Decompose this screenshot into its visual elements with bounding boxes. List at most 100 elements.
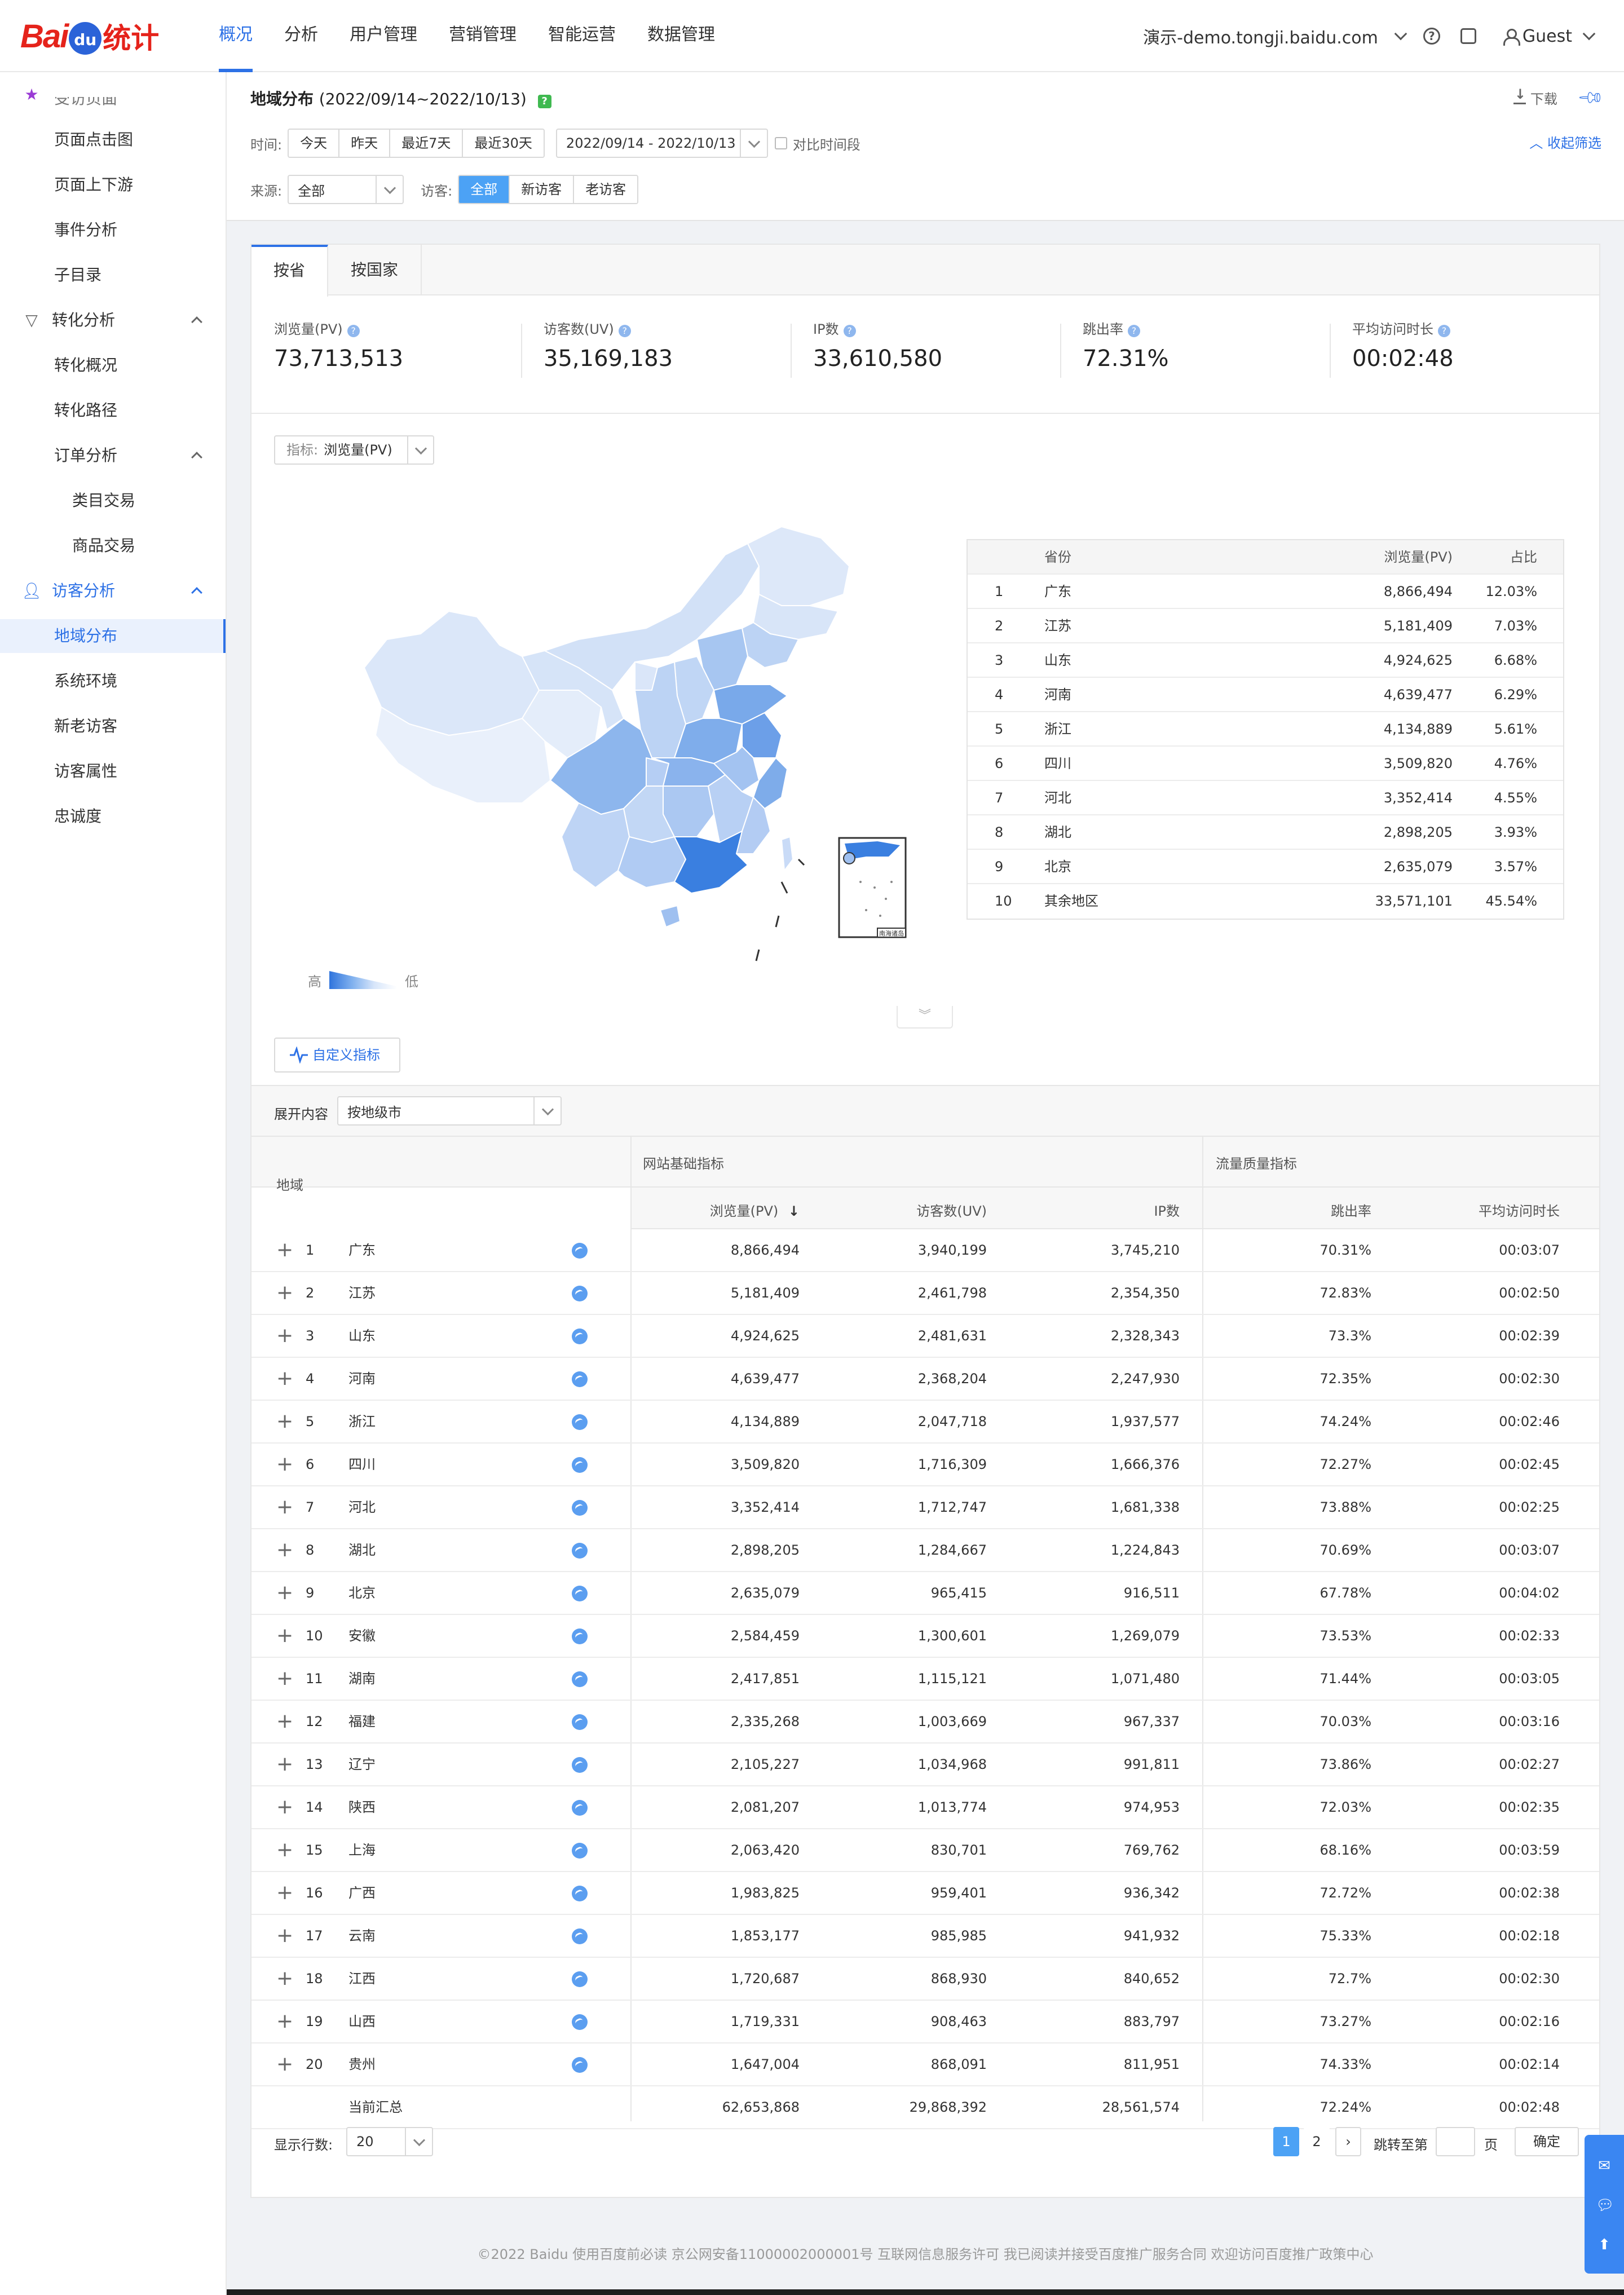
nav-user-management[interactable]: 用户管理 (334, 0, 433, 72)
sidebar-item-loyalty[interactable]: 忠诚度 (0, 800, 226, 833)
trend-icon[interactable] (572, 1714, 588, 1730)
time-last7-button[interactable]: 最近7天 (390, 130, 464, 157)
back-to-top-icon[interactable]: ⬆ (1596, 2236, 1613, 2253)
sidebar-item-conv-path[interactable]: 转化路径 (0, 394, 226, 427)
region-taiwan[interactable] (781, 836, 793, 871)
region-yunnan[interactable] (561, 802, 630, 888)
page-1-button[interactable]: 1 (1273, 2127, 1299, 2156)
sidebar-item-category[interactable]: 类目交易 (0, 484, 226, 518)
expand-row-icon[interactable]: + (276, 1272, 293, 1314)
nav-overview[interactable]: 概况 (203, 0, 268, 72)
sidebar-item-subdir[interactable]: 子目录 (0, 258, 226, 292)
trend-icon[interactable] (572, 1586, 588, 1601)
source-select[interactable]: 全部 (288, 175, 404, 204)
expand-row-icon[interactable]: + (276, 1615, 293, 1657)
sidebar-item-system[interactable]: 系统环境 (0, 664, 226, 698)
date-range-picker[interactable]: 2022/09/14 - 2022/10/13 (555, 129, 768, 158)
help-icon[interactable]: ? (843, 325, 856, 337)
trend-icon[interactable] (572, 1500, 588, 1516)
sidebar-group-visitor[interactable]: 👤︎ 访客分析 (0, 574, 226, 608)
time-today-button[interactable]: 今天 (289, 130, 340, 157)
expand-row-icon[interactable]: + (276, 1401, 293, 1442)
rows-per-page-select[interactable]: 20 (346, 2127, 433, 2156)
sidebar-item-visited-pages[interactable]: 受访页面 (0, 97, 226, 114)
visitor-returning-button[interactable]: 老访客 (574, 176, 638, 203)
nav-marketing[interactable]: 营销管理 (433, 0, 532, 72)
collapse-filter-button[interactable]: ︿ 收起筛选 (1529, 132, 1601, 152)
nav-data-management[interactable]: 数据管理 (632, 0, 731, 72)
region-zhejiang[interactable] (753, 757, 788, 809)
mail-icon[interactable]: ✉ (1596, 2157, 1613, 2174)
trend-icon[interactable] (572, 2057, 588, 2073)
expand-level-select[interactable]: 按地级市 (337, 1096, 562, 1126)
sidebar-item-order[interactable]: 订单分析 (0, 439, 226, 473)
chevron-down-icon[interactable] (1394, 27, 1407, 41)
user-name[interactable]: Guest (1522, 27, 1572, 46)
indicator-select[interactable]: 指标: 浏览量(PV) (274, 435, 434, 465)
sidebar-item-conv-overview[interactable]: 转化概况 (0, 348, 226, 382)
expand-row-icon[interactable]: + (276, 1786, 293, 1828)
trend-icon[interactable] (572, 1286, 588, 1301)
sidebar-group-conversion[interactable]: ▽ 转化分析 (0, 303, 226, 337)
expand-row-icon[interactable]: + (276, 2001, 293, 2042)
trend-icon[interactable] (572, 1928, 588, 1944)
sidebar-item-click-map[interactable]: 页面点击图 (0, 123, 226, 157)
sort-column-pv[interactable]: 浏览量(PV) ↓ (710, 1200, 800, 1220)
sidebar-item-region[interactable]: 地域分布 (0, 619, 226, 653)
visitor-all-button[interactable]: 全部 (459, 176, 510, 203)
trend-icon[interactable] (572, 1671, 588, 1687)
download-icon[interactable] (1513, 86, 1526, 104)
trend-icon[interactable] (572, 1628, 588, 1644)
region-heilongjiang[interactable] (747, 526, 850, 606)
trend-icon[interactable] (572, 2014, 588, 2030)
custom-metric-button[interactable]: 自定义指标 (274, 1038, 400, 1073)
pin-icon[interactable]: 📌︎ (1576, 83, 1605, 113)
sidebar-item-new-old[interactable]: 新老访客 (0, 709, 226, 743)
trend-icon[interactable] (572, 1371, 588, 1387)
trend-icon[interactable] (572, 1457, 588, 1473)
trend-icon[interactable] (572, 1243, 588, 1259)
china-map[interactable]: 南海诸岛 (353, 521, 951, 983)
trend-icon[interactable] (572, 1757, 588, 1773)
trend-icon[interactable] (572, 1971, 588, 1987)
sidebar-item-event[interactable]: 事件分析 (0, 213, 226, 247)
trend-icon[interactable] (572, 1843, 588, 1859)
time-last30-button[interactable]: 最近30天 (463, 130, 544, 157)
help-icon[interactable]: ? (1423, 28, 1440, 45)
baidu-tongji-logo[interactable]: Bai du 统计 (20, 14, 159, 59)
help-icon[interactable]: ? (618, 325, 631, 337)
site-selector[interactable]: 演示-demo.tongji.baidu.com (1143, 24, 1378, 48)
time-yesterday-button[interactable]: 昨天 (339, 130, 391, 157)
expand-row-icon[interactable]: + (276, 1315, 293, 1357)
compare-checkbox[interactable] (774, 137, 787, 149)
expand-row-icon[interactable]: + (276, 1529, 293, 1571)
help-icon[interactable]: ? (347, 325, 360, 337)
expand-row-icon[interactable]: + (276, 1744, 293, 1785)
sidebar-item-page-flow[interactable]: 页面上下游 (0, 168, 226, 202)
nav-analysis[interactable]: 分析 (268, 0, 334, 72)
expand-row-icon[interactable]: + (276, 1572, 293, 1614)
trend-icon[interactable] (572, 1886, 588, 1901)
confirm-jump-button[interactable]: 确定 (1515, 2127, 1579, 2156)
expand-row-icon[interactable]: + (276, 1958, 293, 2000)
help-icon[interactable]: ? (1128, 325, 1140, 337)
expand-row-icon[interactable]: + (276, 1486, 293, 1528)
download-button[interactable]: 下载 (1530, 88, 1557, 108)
trend-icon[interactable] (572, 1329, 588, 1344)
expand-row-icon[interactable]: + (276, 1872, 293, 1914)
nav-smart-ops[interactable]: 智能运营 (532, 0, 632, 72)
sidebar-item-product[interactable]: 商品交易 (0, 529, 226, 563)
region-hainan[interactable] (660, 905, 681, 928)
tab-by-country[interactable]: 按国家 (328, 245, 422, 295)
expand-row-icon[interactable]: + (276, 1915, 293, 1957)
next-page-button[interactable]: › (1335, 2127, 1361, 2156)
sidebar-item-attributes[interactable]: 访客属性 (0, 754, 226, 788)
trend-icon[interactable] (572, 1543, 588, 1559)
expand-row-icon[interactable]: + (276, 1701, 293, 1742)
chevron-down-icon[interactable] (1582, 27, 1596, 41)
expand-row-icon[interactable]: + (276, 1229, 293, 1271)
expand-row-icon[interactable]: + (276, 1444, 293, 1485)
expand-row-icon[interactable]: + (276, 1829, 293, 1871)
help-badge-icon[interactable]: ? (537, 95, 551, 108)
trend-icon[interactable] (572, 1800, 588, 1816)
